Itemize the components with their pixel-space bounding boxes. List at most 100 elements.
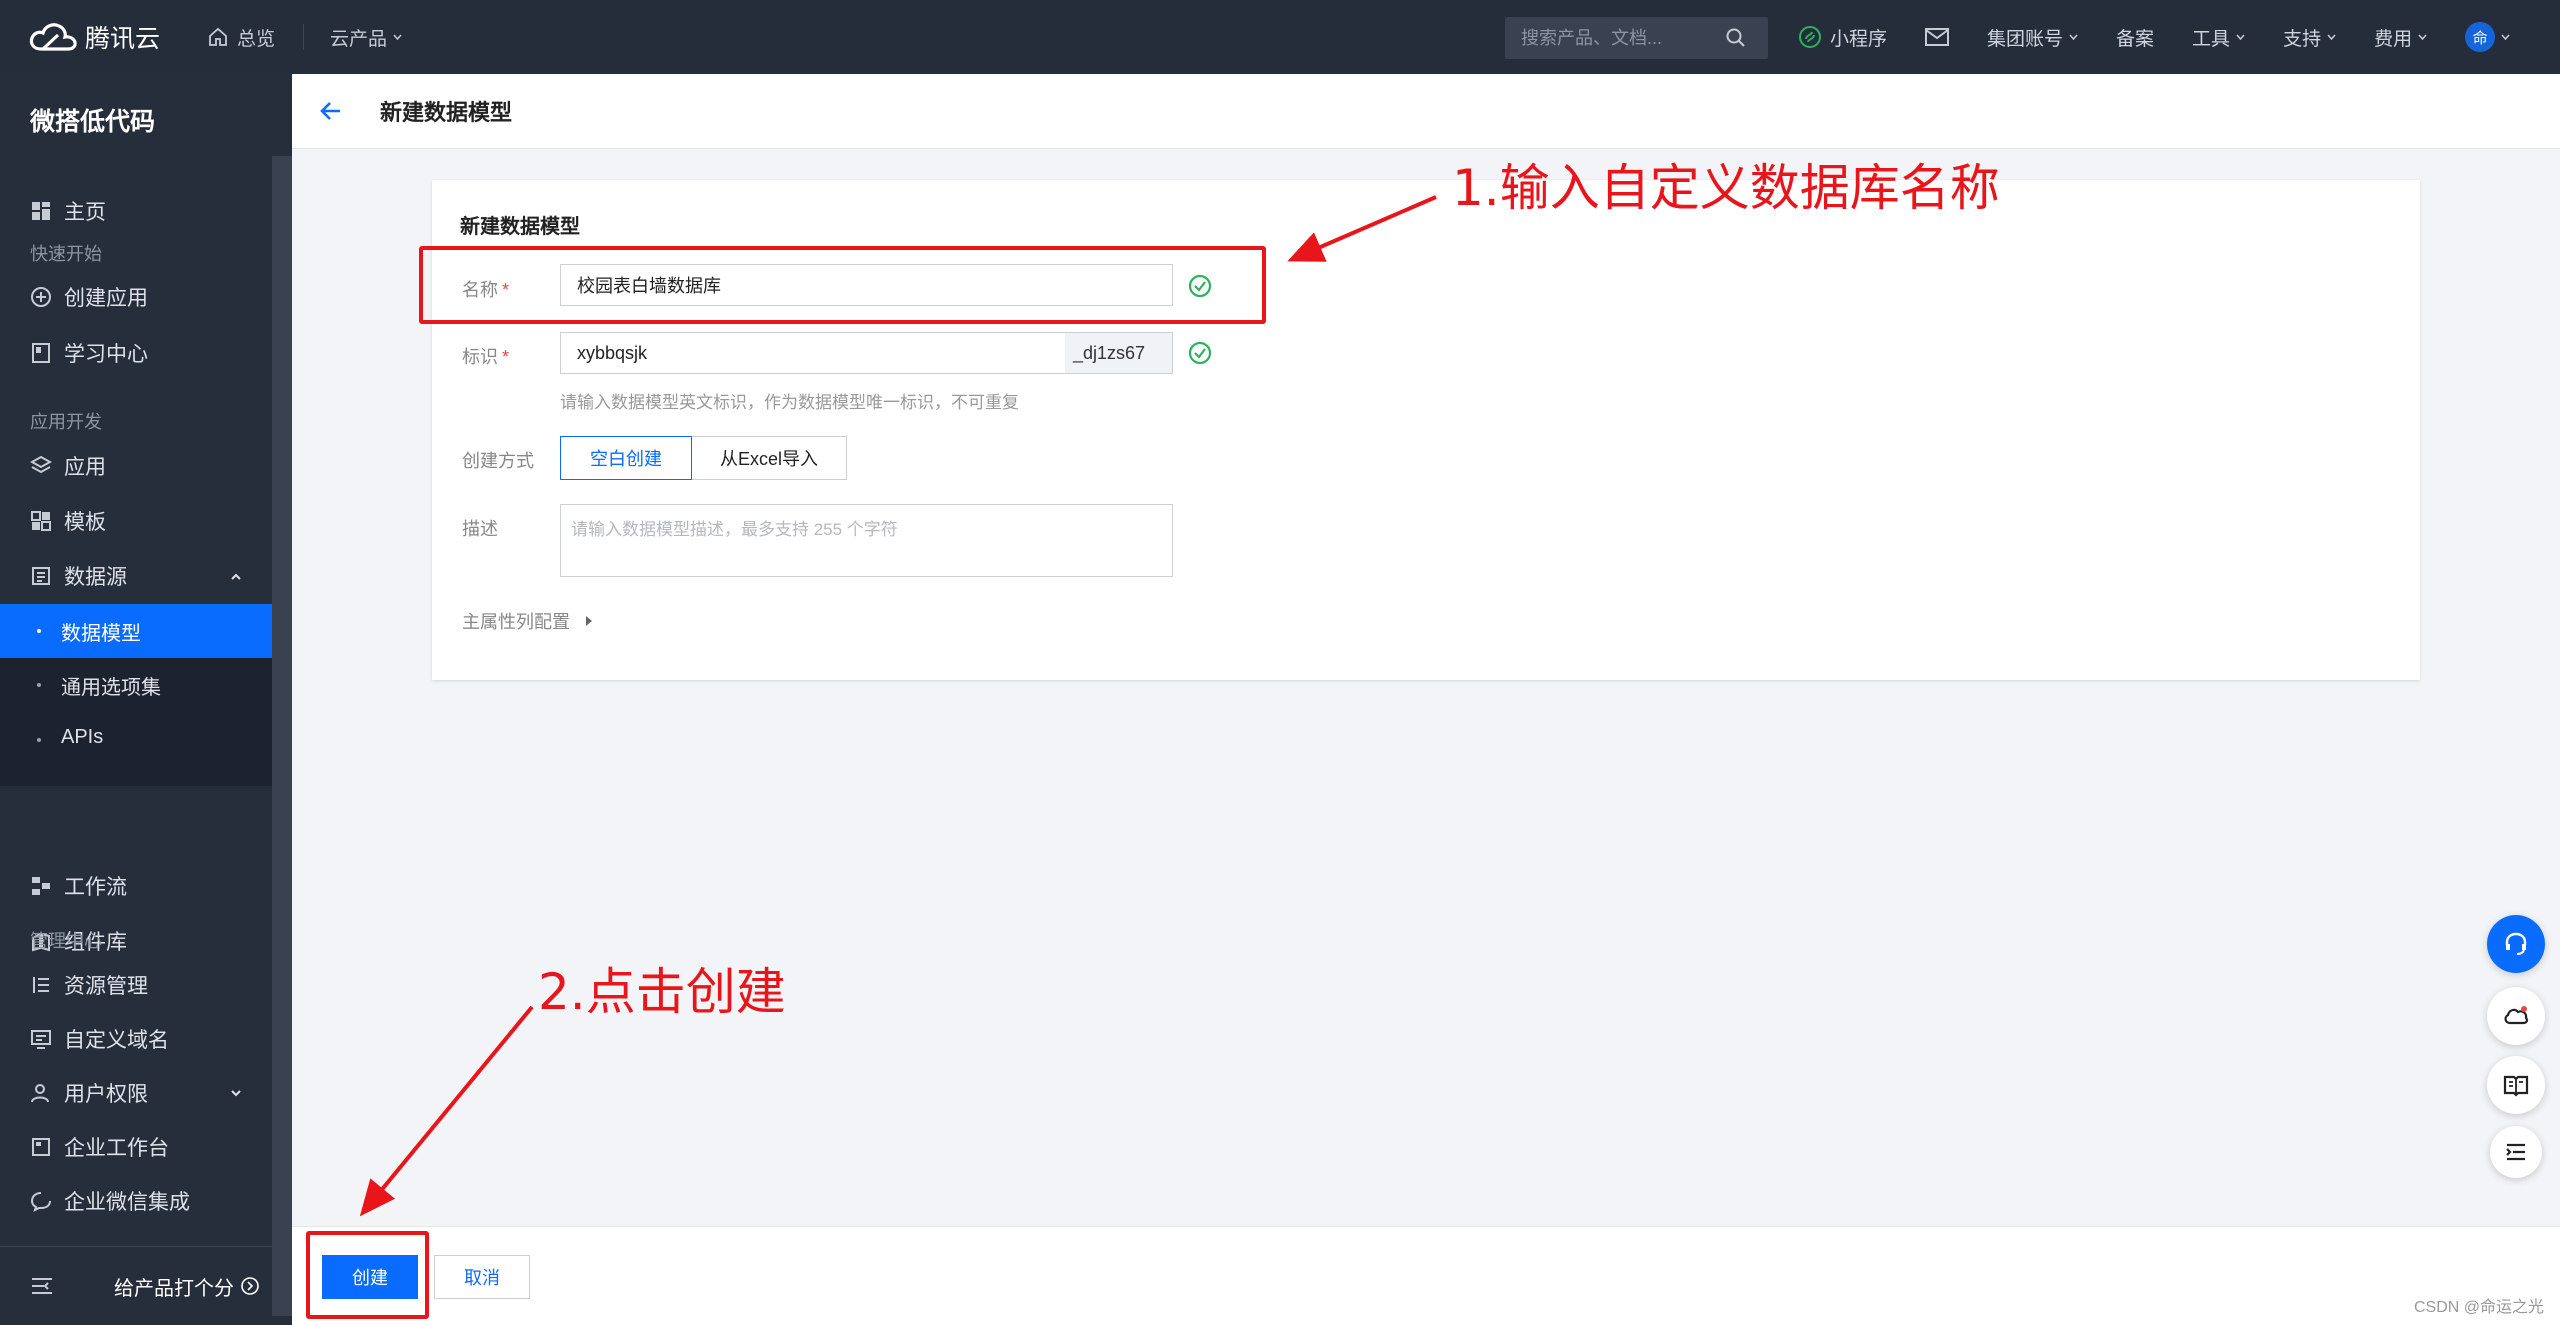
billing-menu[interactable]: 费用 [2374, 24, 2427, 51]
home-icon [209, 27, 227, 46]
sidebar-item-label: APIs [61, 726, 104, 748]
rate-product-button[interactable]: 给产品打个分 [114, 1272, 260, 1301]
sidebar-item-apis[interactable]: APIs [0, 712, 272, 786]
sidebar-item-label: 自定义域名 [64, 1029, 169, 1052]
method-field-label: 创建方式 [462, 451, 534, 471]
valid-check-icon [1188, 341, 1212, 365]
primary-column-config-toggle[interactable]: 主属性列配置 [462, 608, 594, 634]
monitor-icon [31, 1030, 51, 1049]
sidebar-item-workflow[interactable]: 工作流 [0, 859, 272, 913]
collapse-sidebar-icon[interactable] [30, 1276, 54, 1296]
group-account-menu[interactable]: 集团账号 [1987, 24, 2078, 51]
sidebar-item-datasource[interactable]: 数据源 [0, 549, 272, 603]
cloud-products-label: 云产品 [330, 28, 388, 50]
tencent-cloud-logo[interactable]: 腾讯云 [27, 19, 177, 55]
chat-bubble-icon [30, 1192, 51, 1212]
user-menu[interactable]: 命 [2465, 22, 2510, 52]
top-right-menu: 小程序 集团账号 备案 工具 支持 费用 命 [1798, 0, 2510, 74]
sidebar-item-label: 创建应用 [64, 287, 148, 310]
cancel-button[interactable]: 取消 [434, 1255, 530, 1299]
mini-program-label: 小程序 [1830, 28, 1888, 50]
identifier-input[interactable] [560, 332, 1066, 374]
filing-label: 备案 [2116, 28, 2155, 50]
rate-product-label: 给产品打个分 [114, 1277, 234, 1300]
sidebar-item-label: 应用 [64, 456, 106, 479]
filing-link[interactable]: 备案 [2116, 24, 2154, 51]
cloud-update-button[interactable] [2487, 987, 2545, 1045]
excel-import-option[interactable]: 从Excel导入 [691, 436, 847, 480]
customer-service-button[interactable] [2487, 915, 2545, 973]
sidebar-item-label: 通用选项集 [61, 676, 161, 699]
workbench-icon [32, 1138, 50, 1156]
sidebar-item-resources[interactable]: 资源管理 [0, 958, 272, 1012]
search-input[interactable] [1505, 27, 1725, 49]
resource-list-icon [33, 977, 49, 993]
bullet-icon [37, 683, 41, 687]
headset-icon [2505, 932, 2527, 955]
mail-icon [1925, 28, 1950, 46]
sidebar-scrollbar[interactable] [272, 156, 292, 1316]
id-label-text: 标识 [462, 347, 498, 367]
chevron-down-icon [2501, 34, 2510, 40]
annotation-step-1: 1.输入自定义数据库名称 [1452, 159, 2000, 217]
caret-right-icon [586, 616, 592, 626]
back-arrow-icon[interactable] [318, 98, 344, 124]
sidebar-item-label: 资源管理 [64, 975, 148, 998]
brand-name: 腾讯云 [85, 24, 161, 53]
messages-button[interactable] [1925, 27, 1950, 47]
outline-button[interactable] [2490, 1126, 2542, 1178]
chevron-down-icon [231, 1090, 241, 1097]
overview-label: 总览 [237, 28, 276, 50]
sidebar-item-domains[interactable]: 自定义域名 [0, 1012, 272, 1066]
mini-program-link[interactable]: 小程序 [1798, 24, 1887, 51]
open-book-icon [2503, 1075, 2529, 1097]
group-manage-center: 管理中心 [30, 931, 102, 951]
sidebar-item-learning[interactable]: 学习中心 [0, 326, 272, 380]
cloud-logo-icon [29, 23, 77, 51]
primary-column-config-label: 主属性列配置 [462, 612, 570, 632]
sidebar-item-data-model[interactable]: 数据模型 [0, 604, 272, 658]
sidebar-item-permissions[interactable]: 用户权限 [0, 1066, 272, 1120]
list-indent-icon [2506, 1143, 2525, 1161]
blank-create-option[interactable]: 空白创建 [560, 436, 692, 480]
sidebar-item-wecom[interactable]: 企业微信集成 [0, 1174, 272, 1228]
top-nav: 总览 云产品 [177, 24, 402, 51]
description-textarea[interactable] [560, 504, 1173, 577]
docs-button[interactable] [2487, 1056, 2545, 1114]
support-menu[interactable]: 支持 [2283, 24, 2336, 51]
sidebar-item-apps[interactable]: 应用 [0, 439, 272, 493]
sidebar-item-option-sets[interactable]: 通用选项集 [0, 658, 272, 712]
global-search[interactable] [1505, 17, 1768, 59]
overview-link[interactable]: 总览 [207, 24, 275, 51]
annotation-highlight-name-field [419, 246, 1266, 324]
user-icon [31, 1084, 49, 1103]
page-header: 新建数据模型 [292, 74, 2560, 149]
book-icon [32, 343, 50, 363]
chevron-down-icon [393, 34, 402, 40]
group-app-dev: 应用开发 [30, 412, 102, 432]
dashboard-icon [32, 202, 50, 220]
cloud-products-menu[interactable]: 云产品 [330, 24, 402, 51]
sidebar-item-home[interactable]: 主页 [0, 184, 272, 238]
bullet-icon [37, 738, 41, 742]
sidebar-item-label: 企业微信集成 [64, 1191, 190, 1214]
form-footer-bar: 创建 取消 CSDN @命运之光 [292, 1226, 2560, 1325]
sidebar-item-label: 数据源 [64, 566, 127, 589]
sidebar-item-workbench[interactable]: 企业工作台 [0, 1120, 272, 1174]
page-title: 新建数据模型 [380, 100, 513, 125]
sidebar-item-templates[interactable]: 模板 [0, 494, 272, 548]
sidebar-item-label: 企业工作台 [64, 1137, 169, 1160]
tools-menu[interactable]: 工具 [2192, 24, 2245, 51]
group-quick-start: 快速开始 [30, 244, 102, 264]
search-icon[interactable] [1725, 27, 1747, 49]
template-icon [31, 511, 51, 531]
required-mark: * [502, 347, 510, 367]
chevron-down-icon [2418, 34, 2427, 40]
sidebar-item-create-app[interactable]: 创建应用 [0, 270, 272, 324]
sidebar-item-label: 用户权限 [64, 1083, 148, 1106]
plus-circle-icon [31, 287, 51, 307]
chevron-down-icon [2236, 34, 2245, 40]
database-icon [32, 567, 50, 585]
watermark: CSDN @命运之光 [2413, 1299, 2544, 1316]
sidebar-footer: 给产品打个分 [0, 1246, 272, 1325]
